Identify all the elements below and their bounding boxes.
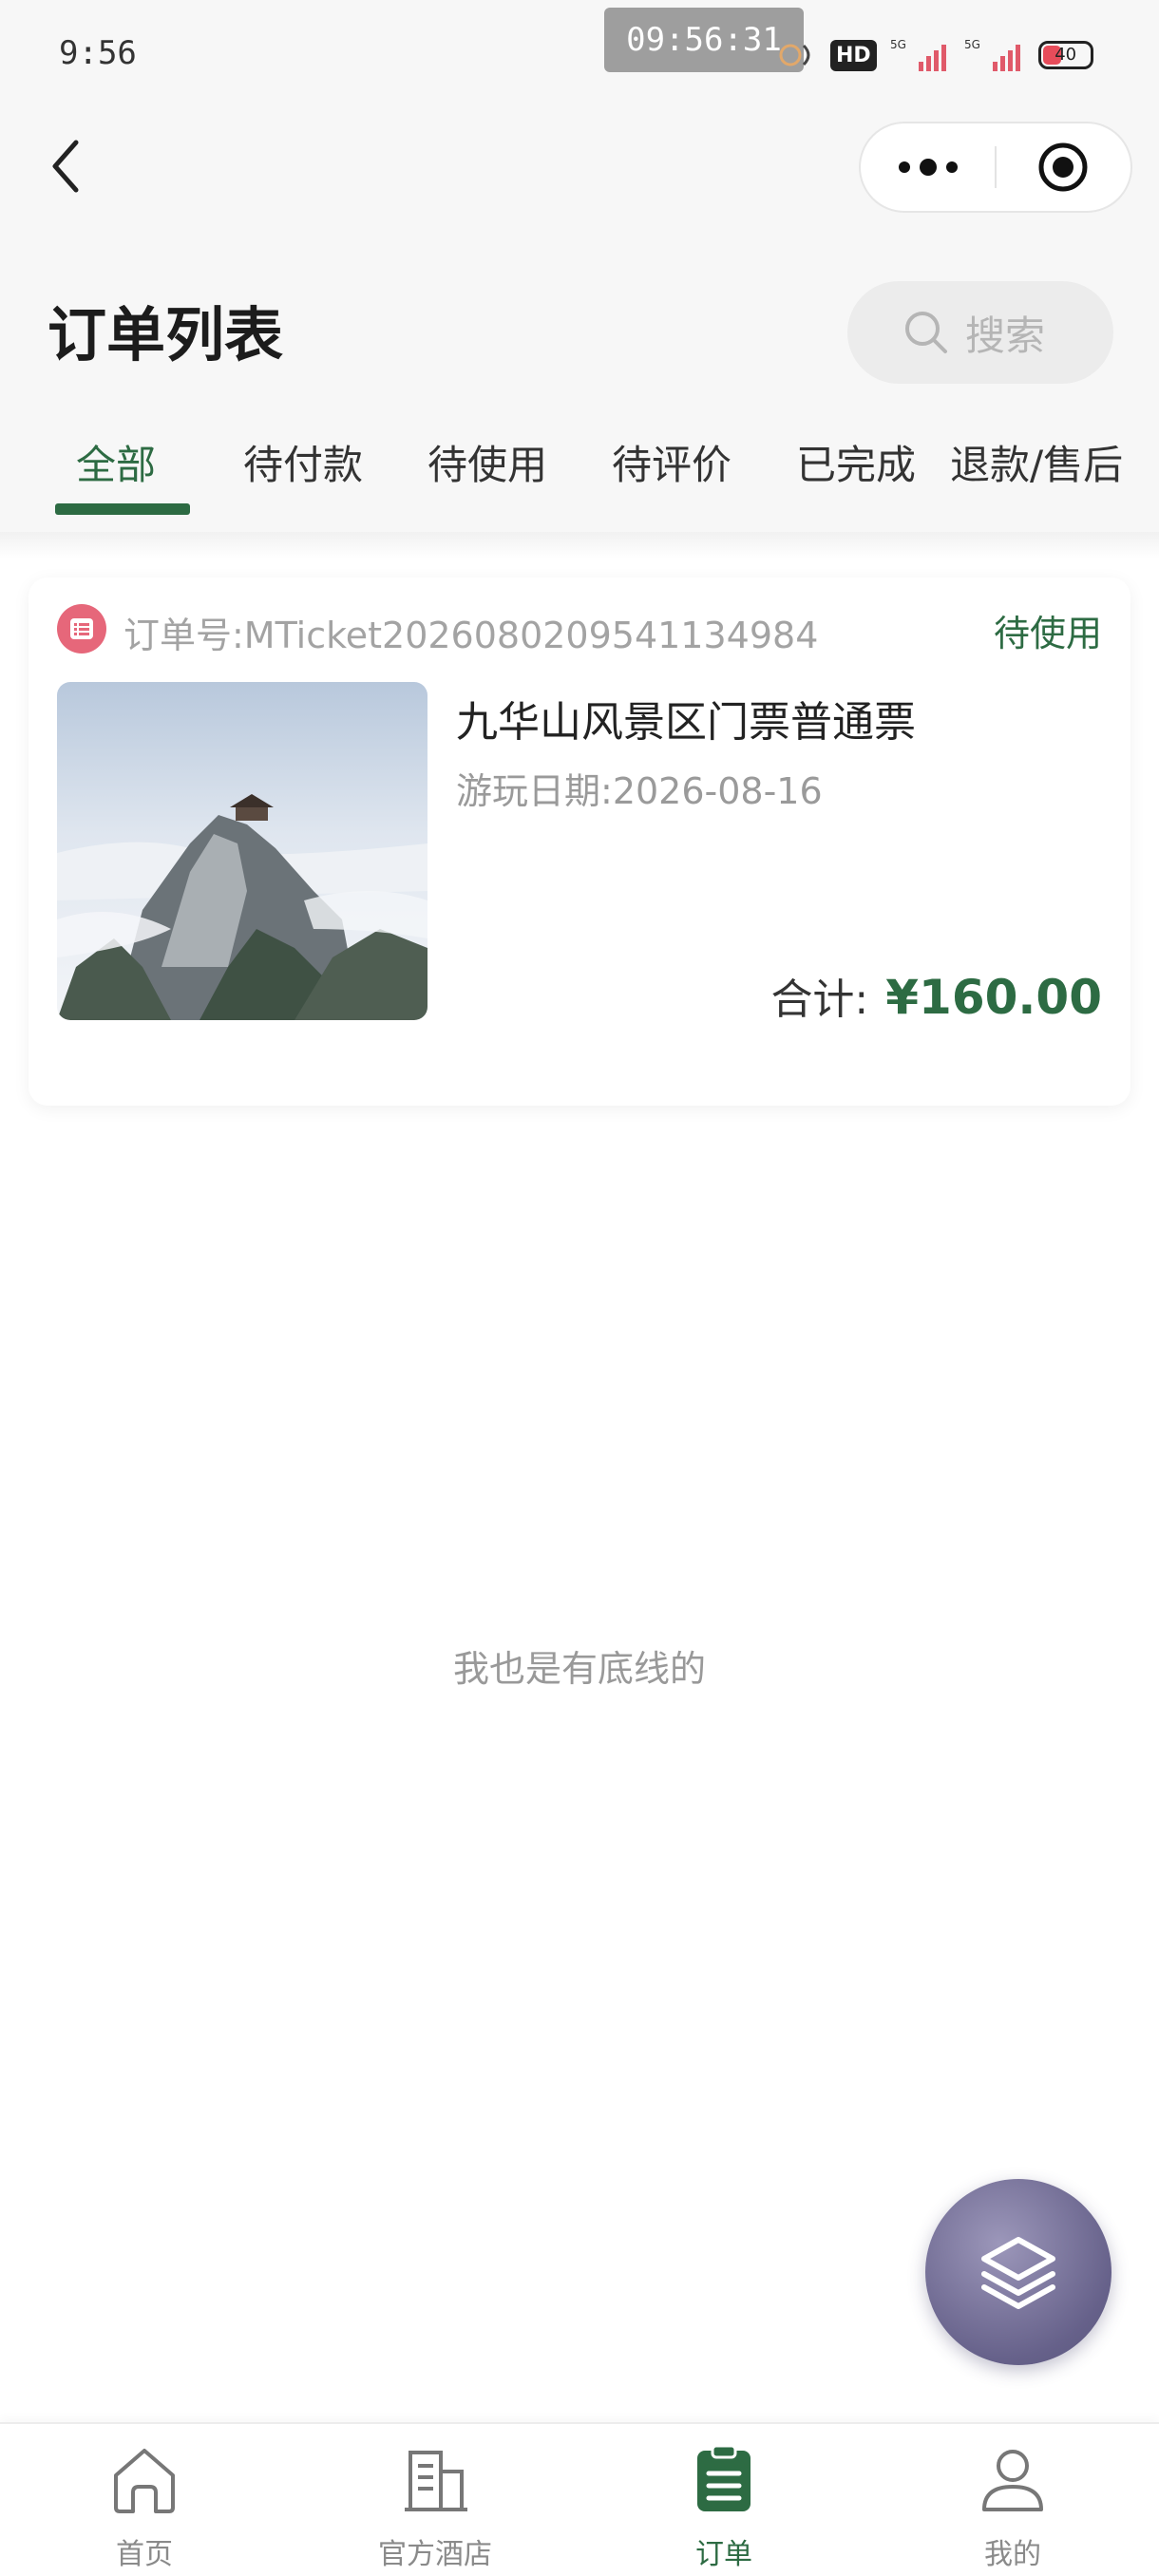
chevron-left-icon <box>52 140 79 193</box>
more-button[interactable] <box>861 123 995 211</box>
layers-icon <box>981 2237 1055 2309</box>
tabbar-item-hotel[interactable]: 官方酒店 <box>340 2441 530 2574</box>
close-button[interactable] <box>997 123 1130 211</box>
visit-date: 游玩日期:2026-08-16 <box>456 762 823 814</box>
layers-float-button[interactable] <box>925 2179 1112 2365</box>
mini-program-capsule <box>859 122 1132 213</box>
back-button[interactable] <box>38 133 95 199</box>
bottom-tab-bar: 首页 官方酒店 订单 我的 <box>0 2422 1159 2576</box>
home-icon <box>114 2449 175 2513</box>
status-icons: HD 5G 5G 40 <box>771 34 1093 76</box>
tabbar-label-home: 首页 <box>116 2538 173 2571</box>
search-icon <box>905 312 947 353</box>
ticket-title: 九华山风景区门票普通票 <box>456 698 916 747</box>
tabbar-label-hotel: 官方酒店 <box>378 2538 492 2571</box>
battery-level: 40 <box>1054 45 1077 65</box>
tab-to-use[interactable]: 待使用 <box>428 433 547 491</box>
status-bar: 9:56 09:56:31 HD 5G 5G 40 <box>0 0 1159 104</box>
visit-date-label: 游玩日期: <box>456 770 613 812</box>
tabbar-item-home[interactable]: 首页 <box>49 2441 239 2574</box>
tab-completed[interactable]: 已完成 <box>796 433 916 491</box>
tab-refund[interactable]: 退款/售后 <box>950 433 1123 491</box>
svg-text:5G: 5G <box>964 38 980 51</box>
tabbar-item-orders[interactable]: 订单 <box>629 2441 819 2574</box>
list-shade <box>0 532 1159 559</box>
search-input[interactable]: 搜索 <box>847 281 1113 384</box>
tab-all[interactable]: 全部 <box>76 433 156 491</box>
order-total: 合计: ¥160.00 <box>770 965 1102 1026</box>
order-list: 订单号:MTicket2026080209541134984 待使用 九华山风景… <box>0 532 1159 2422</box>
more-dots-icon <box>898 159 958 176</box>
clipboard-list-icon <box>697 2444 750 2511</box>
active-tab-indicator <box>55 503 190 515</box>
user-icon <box>982 2450 1043 2511</box>
order-card[interactable]: 订单号:MTicket2026080209541134984 待使用 九华山风景… <box>28 578 1130 1106</box>
end-of-list-text: 我也是有底线的 <box>452 1648 706 1690</box>
order-number: 订单号:MTicket2026080209541134984 <box>124 615 819 656</box>
mountain-image <box>57 682 428 1020</box>
list-glyph-icon <box>70 618 93 639</box>
header: 订单列表 搜索 <box>0 228 1159 399</box>
order-list-icon <box>57 604 106 653</box>
svg-text:5G: 5G <box>890 38 906 51</box>
status-time: 9:56 <box>59 34 137 72</box>
tab-pending-payment[interactable]: 待付款 <box>243 433 363 491</box>
signal-icon: 5G <box>890 38 946 71</box>
tabbar-item-me[interactable]: 我的 <box>918 2441 1108 2574</box>
tabbar-label-orders: 订单 <box>695 2538 752 2571</box>
total-label: 合计: <box>770 975 869 1024</box>
building-icon <box>405 2451 467 2511</box>
target-close-icon <box>1038 142 1088 192</box>
wifi-icon <box>779 44 810 66</box>
total-amount: ¥160.00 <box>885 970 1102 1025</box>
battery-icon: 40 <box>1037 41 1093 69</box>
order-status-tabs: 全部 待付款 待使用 待评价 已完成 退款/售后 <box>0 399 1159 532</box>
signal-icon-2: 5G <box>964 38 1020 71</box>
order-list-page: 9:56 09:56:31 HD 5G 5G 40 订单列表 搜索 全部 待付款… <box>0 0 1159 2576</box>
search-placeholder: 搜索 <box>965 312 1046 359</box>
ticket-thumbnail <box>57 682 428 1020</box>
page-title: 订单列表 <box>48 300 284 369</box>
order-status: 待使用 <box>993 613 1102 654</box>
tab-to-review[interactable]: 待评价 <box>612 433 732 491</box>
visit-date-value: 2026-08-16 <box>612 770 823 812</box>
hd-badge: HD <box>830 39 877 71</box>
nav-bar <box>0 104 1159 228</box>
tabbar-label-me: 我的 <box>984 2538 1041 2571</box>
